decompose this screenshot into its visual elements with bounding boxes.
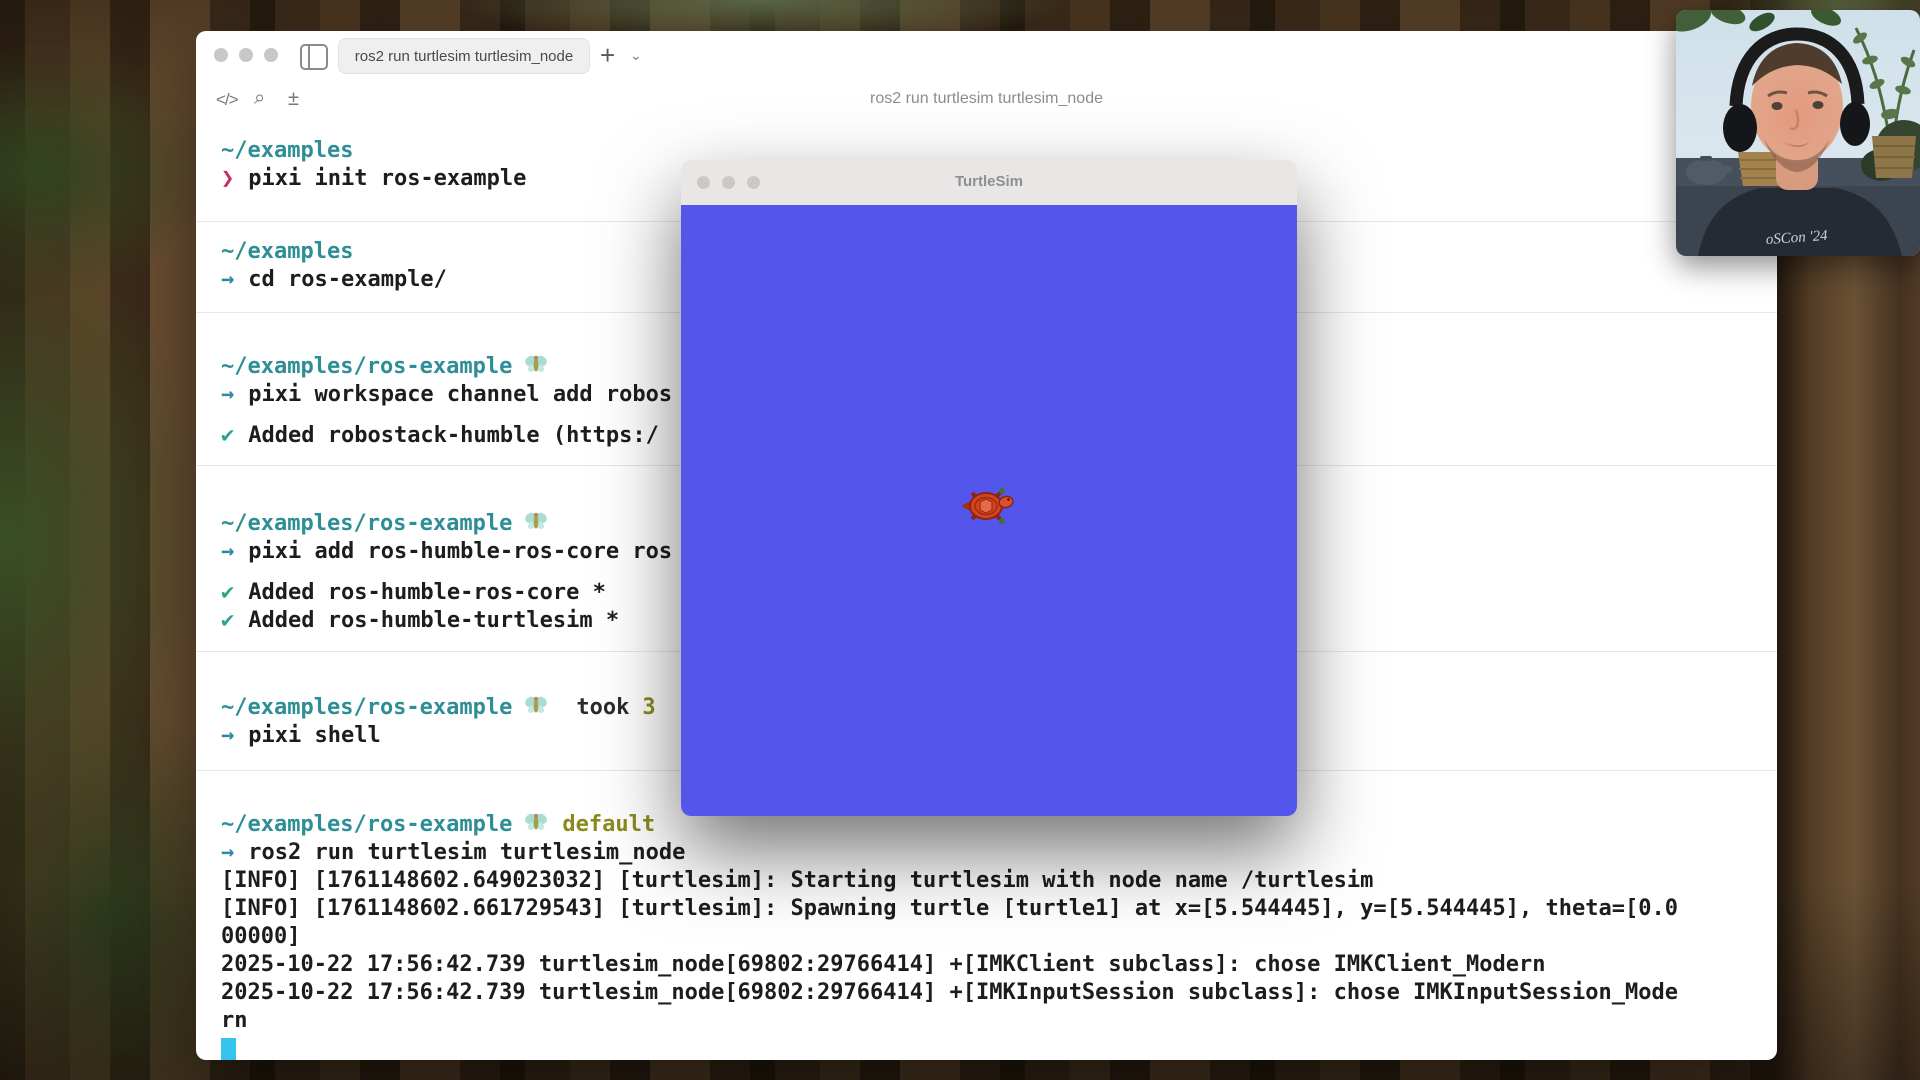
turtlesim-title-bar[interactable]: TurtleSim	[681, 160, 1297, 205]
command-text: pixi shell	[248, 723, 380, 748]
turtlesim-window: TurtleSim	[681, 160, 1297, 816]
turtlesim-window-title: TurtleSim	[681, 173, 1297, 190]
command-text: pixi workspace channel add robos	[248, 382, 672, 407]
command-text: pixi init ros-example	[248, 166, 526, 191]
terminal-cursor	[221, 1038, 236, 1060]
terminal-window-title: ros2 run turtlesim turtlesim_node	[196, 90, 1777, 108]
webcam-video: oSCon '24	[1676, 10, 1920, 256]
log-line: 2025-10-22 17:56:42.739 turtlesim_node[6…	[221, 951, 1757, 979]
log-line: 00000]	[221, 923, 1757, 951]
command-text: pixi add ros-humble-ros-core ros	[248, 539, 672, 564]
terminal-toolbar: </> ⌕ ± ros2 run turtlesim turtlesim_nod…	[196, 79, 1777, 123]
close-button[interactable]	[214, 48, 228, 62]
took-duration: 3	[642, 695, 655, 720]
new-tab-button[interactable]: +	[600, 40, 615, 70]
sidebar-toggle-icon[interactable]	[300, 44, 328, 70]
pixi-fairy-icon	[524, 353, 548, 377]
pixi-fairy-icon	[524, 510, 548, 534]
traffic-lights	[214, 48, 278, 62]
terminal-tab-label: ros2 run turtlesim turtlesim_node	[355, 48, 573, 65]
screen: ros2 run turtlesim turtlesim_node + ⌄ </…	[0, 0, 1920, 1080]
right-eye	[1813, 101, 1824, 109]
chevron-down-icon[interactable]: ⌄	[630, 47, 642, 64]
command-line: →ros2 run turtlesim turtlesim_node	[221, 839, 1757, 867]
terminal-tab-bar: ros2 run turtlesim turtlesim_node + ⌄	[196, 31, 1777, 79]
log-line: [INFO] [1761148602.649023032] [turtlesim…	[221, 867, 1757, 895]
command-text: cd ros-example/	[248, 267, 447, 292]
turtle-icon	[959, 484, 1015, 528]
command-text: ros2 run turtlesim turtlesim_node	[248, 840, 685, 865]
terminal-tab[interactable]: ros2 run turtlesim turtlesim_node	[338, 38, 590, 74]
headphone-right-cup	[1840, 102, 1870, 146]
webcam-overlay: oSCon '24	[1676, 10, 1920, 256]
headphone-left-cup	[1723, 104, 1757, 152]
log-line: [INFO] [1761148602.661729543] [turtlesim…	[221, 895, 1757, 923]
zoom-button[interactable]	[264, 48, 278, 62]
pixi-fairy-icon	[524, 811, 548, 835]
left-eye	[1772, 102, 1783, 110]
log-line: 2025-10-22 17:56:42.739 turtlesim_node[6…	[221, 979, 1757, 1007]
log-line: rn	[221, 1007, 1757, 1035]
minimize-button[interactable]	[239, 48, 253, 62]
wicker-basket-right	[1872, 136, 1916, 178]
turtlesim-canvas	[681, 205, 1297, 816]
pixi-fairy-icon	[524, 694, 548, 718]
pixi-env-badge: default	[562, 812, 655, 837]
took-label: took	[576, 695, 629, 720]
